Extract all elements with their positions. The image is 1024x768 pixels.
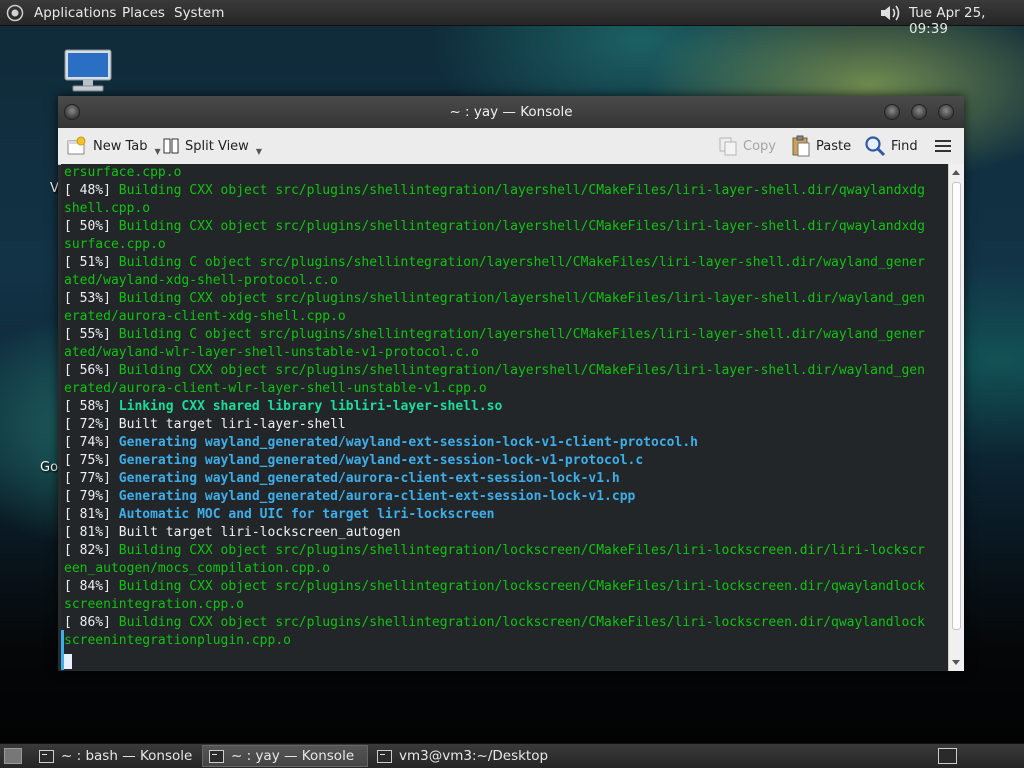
terminal-line: [ 81%] Built target liri-lockscreen_auto…: [64, 525, 401, 540]
terminal-line: [ 81%] Automatic MOC and UIC for target …: [64, 507, 495, 522]
terminal-view[interactable]: ersurface.cpp.o [ 48%] Building CXX objec…: [61, 164, 948, 670]
terminal-line: [ 79%] Generating wayland_generated/auro…: [64, 489, 636, 504]
paste-label: Paste: [816, 138, 852, 154]
gnome-foot-icon[interactable]: [6, 4, 24, 22]
scrollbar-thumb[interactable]: [952, 182, 961, 630]
task-bash-konsole[interactable]: ~ : bash — Konsole: [33, 745, 197, 767]
terminal-line: [ 51%] Building C object src/plugins/she…: [64, 255, 925, 270]
clock[interactable]: Tue Apr 25, 09:39: [909, 5, 1024, 37]
terminal-line: [ 75%] Generating wayland_generated/wayl…: [64, 453, 644, 468]
top-panel: Applications Places System Tue Apr 25, 0…: [0, 0, 1024, 37]
terminal-line: [ 84%] Building CXX object src/plugins/s…: [64, 579, 925, 594]
terminal-line: [ 55%] Building C object src/plugins/she…: [64, 327, 925, 342]
hamburger-menu-icon: [935, 140, 951, 152]
new-tab-icon: [67, 136, 86, 155]
computer-icon[interactable]: [63, 48, 113, 94]
terminal-line: screenintegrationplugin.cpp.o: [64, 633, 291, 648]
terminal-line: [ 53%] Building CXX object src/plugins/s…: [64, 291, 925, 306]
find-label: Find: [891, 138, 918, 154]
terminal-line: ated/wayland-xdg-shell-protocol.c.o: [64, 273, 338, 288]
terminal-line: erated/aurora-client-wlr-layer-shell-uns…: [64, 381, 487, 396]
copy-label: Copy: [743, 138, 776, 154]
menu-system[interactable]: System: [174, 5, 224, 21]
terminal-line: [ 58%] Linking CXX shared library liblir…: [64, 399, 503, 414]
split-view-caret-icon[interactable]: ▼: [256, 147, 262, 156]
maximize-button[interactable]: [911, 104, 927, 120]
close-button[interactable]: [938, 104, 954, 120]
new-tab-caret-icon[interactable]: ▼: [155, 147, 161, 156]
split-view-button[interactable]: Split View ▼: [162, 128, 262, 164]
window-title: ~ : yay — Konsole: [449, 104, 573, 120]
bottom-taskbar: ~ : bash — Konsole ~ : yay — Konsole vm3…: [0, 743, 1024, 768]
terminal-line: [ 74%] Generating wayland_generated/wayl…: [64, 435, 698, 450]
task-label: vm3@vm3:~/Desktop: [399, 748, 549, 764]
new-tab-label: New Tab: [93, 138, 148, 154]
task-label: ~ : yay — Konsole: [231, 748, 355, 764]
terminal-line: [ 56%] Building CXX object src/plugins/s…: [64, 363, 925, 378]
tray-terminal-icon[interactable]: [938, 748, 957, 764]
terminal-output: ersurface.cpp.o [ 48%] Building CXX objec…: [64, 164, 925, 650]
terminal-line: shell.cpp.o: [64, 201, 151, 216]
terminal-line: [ 48%] Building CXX object src/plugins/s…: [64, 183, 925, 198]
menu-applications[interactable]: Applications: [34, 5, 116, 21]
window-titlebar[interactable]: ~ : yay — Konsole: [58, 96, 964, 128]
split-view-label: Split View: [185, 138, 249, 154]
terminal-line: [ 82%] Building CXX object src/plugins/s…: [64, 543, 925, 558]
terminal-icon: [39, 749, 54, 763]
task-desktop-terminal[interactable]: vm3@vm3:~/Desktop: [371, 745, 571, 767]
task-label: ~ : bash — Konsole: [61, 748, 193, 764]
scroll-up-icon[interactable]: [952, 170, 960, 175]
desktop-label-go: Go: [40, 460, 59, 475]
show-desktop-icon[interactable]: [4, 748, 22, 764]
minimize-button[interactable]: [884, 104, 900, 120]
terminal-line: ersurface.cpp.o: [64, 165, 182, 180]
terminal-line: [ 86%] Building CXX object src/plugins/s…: [64, 615, 925, 630]
copy-icon: [719, 137, 737, 156]
terminal-icon: [209, 749, 224, 763]
volume-icon[interactable]: [878, 3, 902, 23]
paste-icon: [792, 135, 810, 157]
konsole-window: ~ : yay — Konsole New Tab ▼ Split View ▼: [58, 96, 964, 671]
split-view-icon: [163, 138, 179, 154]
terminal-line: surface.cpp.o: [64, 237, 166, 252]
terminal-cursor: [64, 654, 72, 669]
task-yay-konsole[interactable]: ~ : yay — Konsole: [202, 745, 368, 767]
konsole-toolbar: New Tab ▼ Split View ▼ Copy Paste Find: [58, 128, 964, 165]
search-icon: [865, 136, 886, 157]
terminal-icon: [377, 749, 392, 763]
scroll-down-icon[interactable]: [952, 660, 960, 665]
terminal-line: screenintegration.cpp.o: [64, 597, 245, 612]
terminal-line: ated/wayland-wlr-layer-shell-unstable-v1…: [64, 345, 479, 360]
terminal-line: erated/aurora-client-xdg-shell.cpp.o: [64, 309, 346, 324]
terminal-line: [ 77%] Generating wayland_generated/auro…: [64, 471, 620, 486]
terminal-line: [ 50%] Building CXX object src/plugins/s…: [64, 219, 925, 234]
terminal-line: [ 72%] Built target liri-layer-shell: [64, 417, 346, 432]
find-button[interactable]: Find: [864, 128, 918, 164]
terminal-scrollbar[interactable]: [948, 164, 964, 671]
hamburger-menu-button[interactable]: [934, 128, 952, 164]
new-tab-button[interactable]: New Tab ▼: [66, 128, 161, 164]
terminal-line: een_autogen/mocs_compilation.cpp.o: [64, 561, 331, 576]
paste-button[interactable]: Paste: [791, 128, 851, 164]
menu-places[interactable]: Places: [122, 5, 165, 21]
copy-button[interactable]: Copy: [718, 128, 776, 164]
